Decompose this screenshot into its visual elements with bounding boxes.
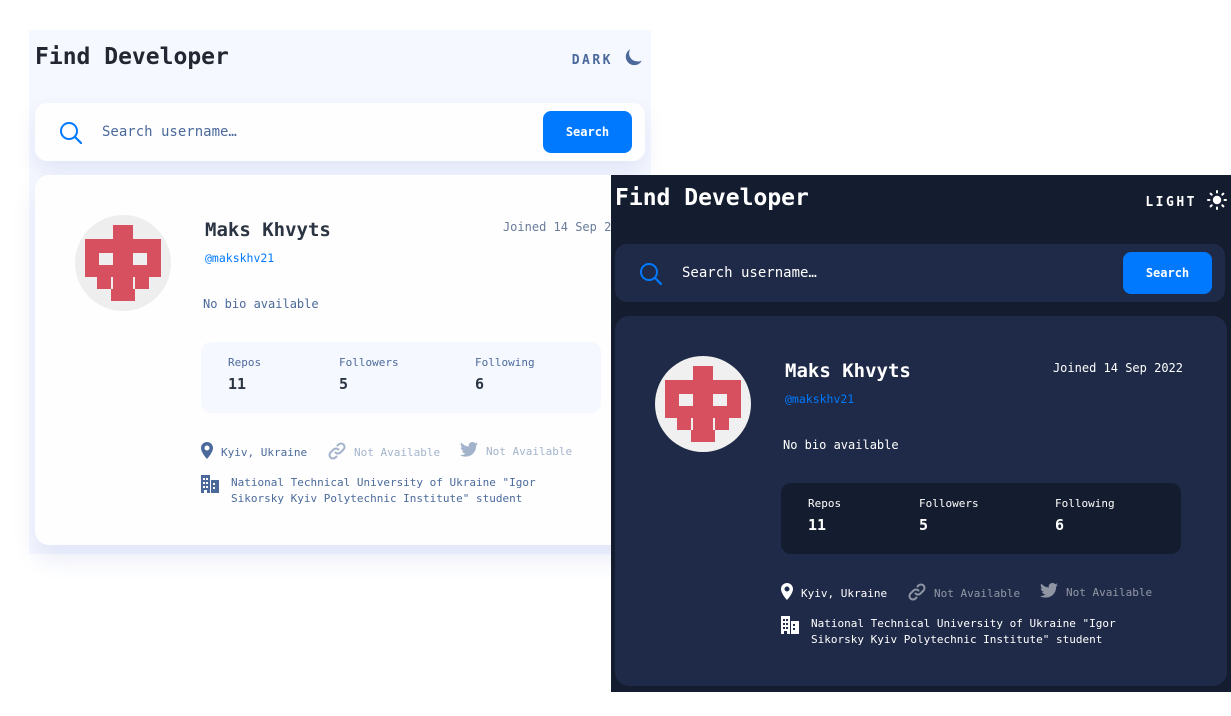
theme-toggle-label: DARK [571, 52, 613, 68]
stat-repos: Repos 11 [228, 356, 261, 393]
stat-value: 11 [228, 375, 247, 393]
twitter-text: Not Available [486, 444, 573, 458]
stat-followers: Followers 5 [339, 356, 399, 393]
stat-repos: Repos 11 [808, 497, 841, 534]
twitter-icon [460, 441, 478, 460]
header: Find Developer LIGHT [611, 175, 1231, 235]
theme-toggle-label: LIGHT [1145, 194, 1197, 210]
stat-following: Following 6 [1055, 497, 1115, 534]
stat-value: 6 [1055, 516, 1065, 534]
app-title: Find Developer [35, 44, 229, 70]
location-text: Kyiv, Ukraine [221, 445, 308, 459]
stats-box: Repos 11 Followers 5 Following 6 [201, 342, 601, 413]
profile-bio: No bio available [783, 438, 899, 452]
location-text: Kyiv, Ukraine [801, 586, 888, 600]
profile-name: Maks Khvyts [205, 219, 331, 241]
profile-links: Kyiv, Ukraine Not Available Not Availabl… [201, 441, 621, 463]
search-button[interactable]: Search [543, 111, 632, 153]
stat-label: Repos [808, 497, 842, 510]
stat-label: Repos [228, 356, 262, 369]
search-input[interactable] [102, 118, 522, 146]
link-icon [328, 442, 346, 463]
profile-card: Maks Khvyts @makskhv21 Joined 14 Sep 202… [615, 316, 1227, 686]
stat-value: 6 [475, 375, 485, 393]
light-theme-panel: Find Developer DARK Search username… Sea… [29, 30, 651, 554]
building-icon [201, 475, 219, 507]
profile-bio: No bio available [203, 297, 319, 311]
building-icon [781, 616, 799, 648]
company-item: National Technical University of Ukraine… [781, 616, 1171, 648]
blog-text: Not Available [354, 446, 441, 459]
stat-value: 11 [808, 516, 827, 534]
search-bar: Search [615, 244, 1225, 302]
twitter-item[interactable]: Not Available [1040, 582, 1153, 601]
search-bar: Search [35, 103, 645, 161]
stat-label: Following [1055, 497, 1115, 510]
company-item: National Technical University of Ukraine… [201, 475, 591, 507]
theme-toggle-button[interactable]: DARK [572, 48, 643, 72]
search-button[interactable]: Search [1123, 252, 1212, 294]
twitter-text: Not Available [1066, 585, 1153, 599]
blog-item[interactable]: Not Available [328, 442, 440, 463]
stats-box: Repos 11 Followers 5 Following 6 [781, 483, 1181, 554]
profile-name: Maks Khvyts [785, 360, 911, 382]
stat-label: Followers [339, 356, 399, 369]
profile-links: Kyiv, Ukraine Not Available Not Availabl… [781, 582, 1201, 604]
stat-label: Following [475, 356, 535, 369]
blog-item[interactable]: Not Available [908, 583, 1020, 604]
search-icon [639, 262, 663, 286]
twitter-item[interactable]: Not Available [460, 441, 573, 460]
profile-login-link[interactable]: @makskhv21 [205, 251, 274, 265]
stat-followers: Followers 5 [919, 497, 979, 534]
location-pin-icon [201, 442, 213, 462]
search-icon [59, 121, 83, 145]
profile-card: Maks Khvyts @makskhv21 Joined 14 Sep 202… [35, 175, 645, 545]
profile-login-link[interactable]: @makskhv21 [785, 392, 854, 406]
stat-value: 5 [339, 375, 349, 393]
header: Find Developer DARK [29, 30, 651, 90]
location-item: Kyiv, Ukraine [781, 583, 887, 603]
sun-icon [1207, 190, 1227, 214]
avatar [75, 215, 171, 311]
avatar [655, 356, 751, 452]
joined-date: Joined 14 Sep 2022 [1052, 361, 1183, 375]
company-text: National Technical University of Ukraine… [811, 617, 1116, 646]
link-icon [908, 583, 926, 604]
company-text: National Technical University of Ukraine… [231, 476, 536, 505]
location-pin-icon [781, 583, 793, 603]
stat-value: 5 [919, 516, 929, 534]
moon-icon [623, 48, 643, 72]
stat-label: Followers [919, 497, 979, 510]
blog-text: Not Available [934, 587, 1021, 600]
stat-following: Following 6 [475, 356, 535, 393]
theme-toggle-button[interactable]: LIGHT [1145, 190, 1227, 214]
app-title: Find Developer [615, 185, 809, 211]
search-input[interactable] [682, 259, 1102, 287]
location-item: Kyiv, Ukraine [201, 442, 307, 462]
dark-theme-panel: Find Developer LIGHT Search username… Se… [611, 175, 1231, 692]
twitter-icon [1040, 582, 1058, 601]
